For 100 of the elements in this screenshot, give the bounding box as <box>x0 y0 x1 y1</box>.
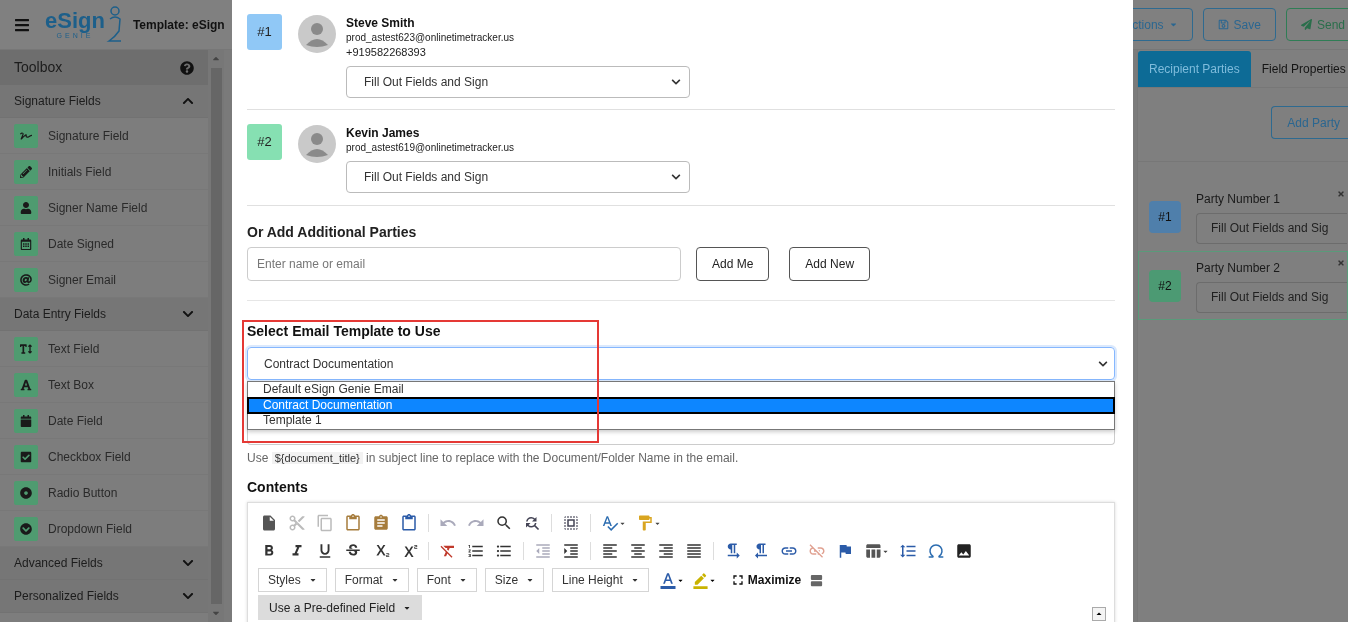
subject-hint: Use ${document_title} in subject line to replace with the Document/Folder Name in the email. <box>247 451 740 465</box>
new-page-icon <box>260 514 278 532</box>
section-heading: Or Add Additional Parties <box>247 224 418 240</box>
highlight-color-button[interactable] <box>691 571 716 589</box>
party-label: Party Number 1 <box>1196 190 1281 208</box>
logo-text: eSign <box>45 10 105 32</box>
replace-icon <box>523 514 541 532</box>
role-select[interactable]: Fill Out Fields and Sign <box>346 66 690 98</box>
caret-icon <box>1168 20 1178 29</box>
caret-icon <box>630 576 639 584</box>
add-button[interactable]: Add Me <box>696 247 770 281</box>
section-header[interactable]: Signature Fields <box>0 85 208 118</box>
avatar-icon <box>298 15 336 53</box>
template-option[interactable]: Default eSign Genie Email <box>248 382 1114 398</box>
panel-tab[interactable]: Recipient Parties <box>1138 51 1251 87</box>
predefined-field-button[interactable]: Use a Pre-defined Field <box>258 595 423 620</box>
chevron-down-icon <box>182 590 194 602</box>
maximize-button[interactable]: Maximize <box>729 571 802 589</box>
radio-icon <box>14 480 38 505</box>
image-icon <box>955 542 973 560</box>
section-header[interactable]: Data Entry Fields <box>0 298 208 331</box>
toolbox-item[interactable]: Text Field <box>0 331 208 367</box>
scroll-up-icon[interactable] <box>1092 607 1106 621</box>
toolbox-item[interactable]: Date Field <box>0 403 208 439</box>
close-icon[interactable] <box>1337 258 1345 267</box>
person-icon <box>14 195 38 220</box>
text-color-icon <box>658 571 677 589</box>
toolbox-item[interactable]: Signature Field <box>0 118 208 154</box>
party-row[interactable]: #1 Party Number 1 Fill Out Fields and Sig <box>1138 182 1348 251</box>
spellcheck-icon <box>601 514 619 532</box>
caret-icon <box>526 576 535 584</box>
template-select[interactable]: Contract Documentation <box>247 347 1115 380</box>
caret-icon <box>390 576 399 584</box>
editor-dropdown[interactable]: Line Height <box>552 568 649 592</box>
toolbox-item[interactable]: Text Box <box>0 367 208 403</box>
section-header[interactable]: Advanced Fields <box>0 547 208 580</box>
unlink-icon <box>808 542 826 560</box>
toolbox-item[interactable]: Signer Name Field <box>0 190 208 226</box>
at-sign-icon <box>14 267 38 292</box>
help-icon[interactable] <box>180 60 194 75</box>
chevron-down-icon <box>182 557 194 569</box>
show-blocks-icon[interactable] <box>809 572 825 588</box>
chevron-up-icon <box>182 95 194 107</box>
paste-text-icon <box>372 514 390 532</box>
checkbox-icon <box>14 444 38 469</box>
align-right-icon <box>657 542 675 560</box>
menu-icon[interactable] <box>13 16 31 33</box>
chevron-down-icon <box>671 77 681 87</box>
editor-dropdown[interactable]: Font <box>416 568 477 592</box>
recipient-name: Kevin James <box>346 125 421 141</box>
recipient-phone: +919582268393 <box>346 45 427 60</box>
signature-icon <box>14 123 38 148</box>
role-select[interactable]: Fill Out Fields and Sig <box>1196 281 1347 313</box>
editor-dropdown[interactable]: Format <box>334 568 409 592</box>
role-select[interactable]: Fill Out Fields and Sig <box>1196 212 1347 244</box>
copy-icon <box>316 514 334 532</box>
party-number: #2 <box>247 124 282 160</box>
highlight-icon <box>691 571 709 589</box>
recipient-email: prod_astest623@onlinetimetracker.us <box>346 31 516 45</box>
save-icon <box>1217 19 1229 30</box>
section-heading: Contents <box>247 479 309 495</box>
editor-dropdown[interactable]: Size <box>484 568 545 592</box>
indent-icon <box>562 542 580 560</box>
party-number: #2 <box>1149 269 1181 302</box>
section-header[interactable]: Personalized Fields <box>0 580 208 613</box>
role-select[interactable]: Fill Out Fields and Sign <box>346 161 690 193</box>
caret-icon <box>308 576 317 584</box>
dropdown-icon <box>14 516 38 541</box>
toolbox-item[interactable]: Initials Field <box>0 154 208 190</box>
name-or-email-field[interactable]: Enter name or email <box>247 247 681 281</box>
align-justify-icon <box>685 542 703 560</box>
party-label: Party Number 2 <box>1196 259 1281 277</box>
omega-icon <box>927 542 945 560</box>
template-option[interactable]: Contract Documentation <box>248 397 1114 413</box>
caret-icon <box>458 576 467 584</box>
find-icon <box>495 514 513 532</box>
panel-tab[interactable]: Field Properties <box>1250 51 1348 87</box>
outdent-icon <box>534 542 552 560</box>
close-icon[interactable] <box>1337 189 1345 198</box>
line-spacing-icon <box>899 542 917 560</box>
text-color-button[interactable] <box>658 571 684 589</box>
pencil-icon <box>14 159 38 184</box>
add-button[interactable]: Add New <box>789 247 871 281</box>
party-row[interactable]: #2 Party Number 2 Fill Out Fields and Sig <box>1138 251 1348 320</box>
toolbox-item[interactable]: Date Signed <box>0 226 208 262</box>
select-all-icon <box>562 514 580 532</box>
cut-icon <box>288 514 306 532</box>
recipient-email: prod_astest619@onlinetimetracker.us <box>346 141 516 155</box>
editor-dropdown[interactable]: Styles <box>258 568 327 592</box>
toolbox-title: Toolbox <box>14 58 63 77</box>
numbered-list-icon <box>467 542 485 560</box>
chevron-down-icon <box>182 308 194 320</box>
paste-word-icon <box>400 514 418 532</box>
text-direction-icon <box>752 542 770 560</box>
avatar-icon <box>298 125 336 163</box>
text-height-icon <box>14 336 38 361</box>
toolbox-item[interactable]: Radio Button <box>0 475 208 511</box>
paste-icon <box>344 514 362 532</box>
toolbox-item[interactable]: Checkbox Field <box>0 439 208 475</box>
calendar-icon <box>14 231 38 256</box>
